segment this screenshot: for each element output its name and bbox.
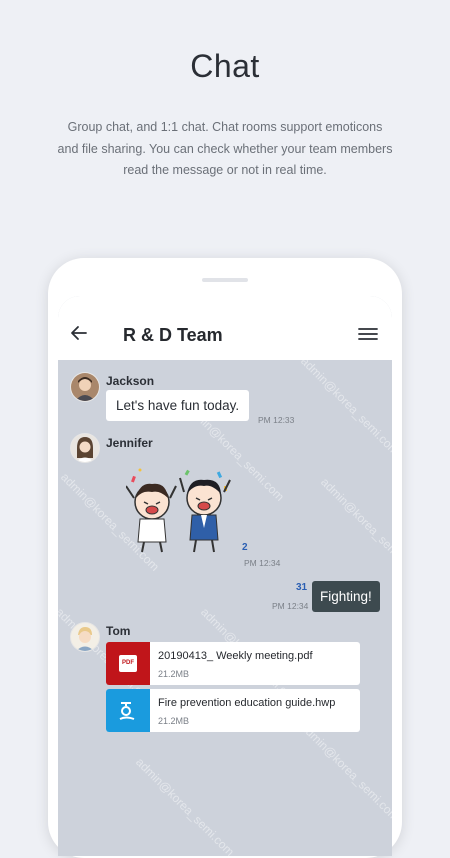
file-size: 21.2MB <box>158 669 190 679</box>
file-name: Fire prevention education guide.hwp <box>158 697 336 709</box>
chat-app-bar: R & D Team <box>58 296 392 360</box>
message-bubble[interactable]: Let's have fun today. <box>106 390 250 421</box>
hwp-icon <box>106 689 150 732</box>
sender-name: Tom <box>106 624 131 638</box>
file-name: 20190413_ Weekly meeting.pdf <box>158 650 313 662</box>
back-arrow-icon[interactable] <box>68 322 90 344</box>
watermark: admin@korea_semi.com <box>298 354 392 458</box>
emoticon-cheering-characters[interactable] <box>125 468 236 556</box>
sender-name: Jennifer <box>106 436 153 450</box>
chat-screen: admin@korea_semi.com admin@korea_semi.co… <box>58 296 392 856</box>
avatar-tom[interactable] <box>70 622 100 652</box>
file-attachment-hwp[interactable]: Fire prevention education guide.hwp 21.2… <box>106 689 360 732</box>
pdf-icon: PDF <box>106 642 150 685</box>
promo-description: Group chat, and 1:1 chat. Chat rooms sup… <box>40 117 410 182</box>
promo-description-line: read the message or not in real time. <box>123 163 327 177</box>
watermark: admin@korea_semi.com <box>298 720 392 824</box>
sender-name: Jackson <box>106 374 155 388</box>
file-size: 21.2MB <box>158 716 190 726</box>
promo-title: Chat <box>190 48 260 84</box>
message-list[interactable]: admin@korea_semi.com admin@korea_semi.co… <box>58 354 392 856</box>
sent-message-bubble[interactable]: Fighting! <box>312 581 380 612</box>
chat-room-title: R & D Team <box>123 325 223 345</box>
message-time: PM 12:34 <box>244 558 281 568</box>
unread-count: 2 <box>242 542 248 553</box>
watermark: admin@korea_semi.com <box>318 475 392 579</box>
menu-icon[interactable] <box>358 326 378 342</box>
watermark: admin@korea_semi.com <box>133 755 237 856</box>
unread-count: 31 <box>296 582 308 593</box>
message-time: PM 12:34 <box>272 601 309 611</box>
phone-frame: admin@korea_semi.com admin@korea_semi.co… <box>48 258 402 858</box>
avatar-jennifer[interactable] <box>70 433 100 463</box>
phone-speaker <box>202 278 248 282</box>
message-time: PM 12:33 <box>258 415 295 425</box>
promo-description-line: Group chat, and 1:1 chat. Chat rooms sup… <box>67 120 383 134</box>
promo-description-line: and file sharing. You can check whether … <box>57 141 393 156</box>
avatar-jackson[interactable] <box>70 372 100 402</box>
file-attachment-pdf[interactable]: PDF 20190413_ Weekly meeting.pdf 21.2MB <box>106 642 360 685</box>
